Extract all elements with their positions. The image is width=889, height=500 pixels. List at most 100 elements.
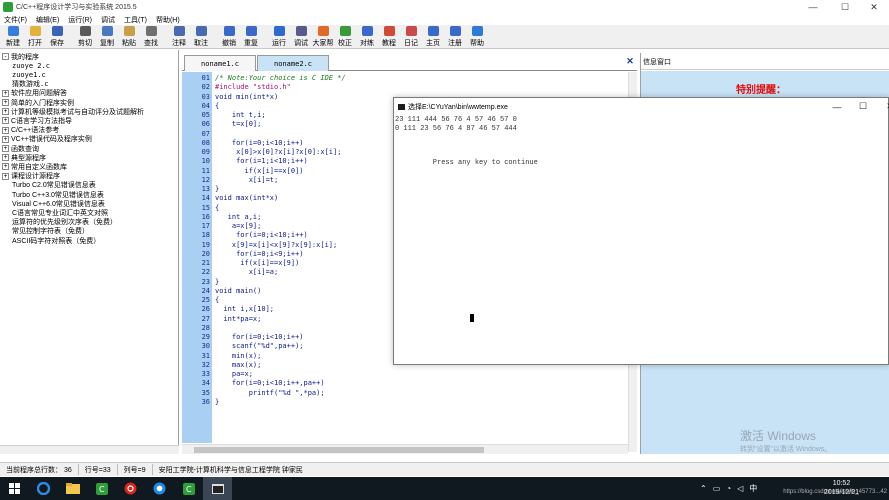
console-maximize-button[interactable]: ☐ <box>849 98 877 115</box>
tree-item[interactable]: + C/C++语法参考 <box>2 126 59 135</box>
minimize-button[interactable]: — <box>798 0 828 14</box>
tree-item[interactable]: zuoye1.c <box>12 70 46 79</box>
tree-item[interactable]: zuoye 2.c <box>12 61 50 70</box>
menu-edit[interactable]: 编辑(E) <box>36 15 59 25</box>
toolbar-icon-0 <box>7 26 19 36</box>
toolbar-button-2[interactable]: 保存 <box>46 25 68 48</box>
line-number: 14 <box>201 194 210 203</box>
toolbar-button-4[interactable]: 复制 <box>96 25 118 48</box>
chevron-up-icon[interactable]: ⌃ <box>700 484 707 493</box>
tab-noname1[interactable]: noname1.c <box>184 55 256 71</box>
console-minimize-button[interactable]: — <box>823 98 851 115</box>
expand-icon[interactable]: + <box>2 89 9 97</box>
qq-browser-icon[interactable] <box>145 477 174 500</box>
tree-item[interactable]: + 函数查询 <box>2 144 39 153</box>
toolbar-button-9[interactable]: 撤销 <box>218 25 240 48</box>
toolbar-button-20[interactable]: 帮助 <box>466 25 488 48</box>
taskbar: C C ⌃ ▭ ◔ ◁ 中 10:52 2019/12/21 https://b… <box>0 477 889 500</box>
collapse-icon[interactable]: - <box>2 53 9 60</box>
line-number: 15 <box>201 203 210 212</box>
netease-music-icon[interactable] <box>116 477 145 500</box>
toolbar-label: 注释 <box>172 40 186 47</box>
ime-icon[interactable]: 中 <box>749 483 757 494</box>
toolbar-button-14[interactable]: 校正 <box>334 25 356 48</box>
code-line: } <box>215 277 220 286</box>
menu-run[interactable]: 运行(R) <box>68 15 92 25</box>
menu-file[interactable]: 文件(F) <box>4 15 27 25</box>
toolbar-button-15[interactable]: 对练 <box>356 25 378 48</box>
battery-icon[interactable]: ▭ <box>713 484 721 493</box>
console-title: 选择E:\CYuYan\bin\wwtemp.exe <box>408 103 508 111</box>
toolbar-button-0[interactable]: 新建 <box>2 25 24 48</box>
toolbar-button-16[interactable]: 教程 <box>378 25 400 48</box>
tree-item[interactable]: ASCII码字符对照表（免费） <box>12 236 100 245</box>
toolbar-button-8[interactable]: 取注 <box>190 25 212 48</box>
menu-tools[interactable]: 工具(T) <box>124 15 147 25</box>
code-line: printf("%d ",*pa); <box>215 388 325 397</box>
tree-item[interactable]: + 课程设计源程序 <box>2 172 60 181</box>
start-icon[interactable] <box>0 477 29 500</box>
toolbar-label: 对练 <box>360 40 374 47</box>
network-icon[interactable]: ◔ <box>726 484 731 493</box>
toolbar-button-1[interactable]: 打开 <box>24 25 46 48</box>
expand-icon[interactable]: + <box>2 154 9 162</box>
toolbar-button-3[interactable]: 剪切 <box>74 25 96 48</box>
tree-item[interactable]: + 常用自定义函数库 <box>2 162 67 171</box>
expand-icon[interactable]: + <box>2 135 9 143</box>
menu-help[interactable]: 帮助(H) <box>156 15 180 25</box>
toolbar-button-11[interactable]: 运行 <box>268 25 290 48</box>
line-number: 21 <box>201 259 210 267</box>
expand-icon[interactable]: + <box>2 117 9 125</box>
close-button[interactable]: ✕ <box>859 0 889 14</box>
tree-item[interactable]: Visual C++6.0常见错误信息表 <box>12 199 105 208</box>
tree-item[interactable]: 猜数游戏.c <box>12 80 48 89</box>
tree-item[interactable]: Turbo C++3.0常见错误信息表 <box>12 190 104 199</box>
toolbar-icon-1 <box>29 26 41 36</box>
toolbar-label: 帮助 <box>470 40 484 47</box>
toolbar-button-10[interactable]: 重复 <box>240 25 262 48</box>
volume-icon[interactable]: ◁ <box>737 484 743 493</box>
toolbar-button-5[interactable]: 粘贴 <box>118 25 140 48</box>
tab-noname2[interactable]: noname2.c <box>257 55 329 71</box>
tree-horizontal-scrollbar[interactable] <box>0 445 179 454</box>
editor-horizontal-scrollbar[interactable] <box>182 444 628 454</box>
toolbar-button-17[interactable]: 日记 <box>400 25 422 48</box>
toolbar-button-7[interactable]: 注释 <box>168 25 190 48</box>
tree-item[interactable]: + 典型源程序 <box>2 153 46 162</box>
tree-item[interactable]: C语言常见专业词汇中英文对照 <box>12 208 108 217</box>
tree-item[interactable]: + VC++错误代码及程序实例 <box>2 135 92 144</box>
toolbar-button-13[interactable]: 大家帮 <box>312 25 334 48</box>
console-output: 23 111 444 56 76 4 57 46 57 00 111 23 56… <box>394 115 888 364</box>
ide-second-icon[interactable]: C <box>174 477 203 500</box>
expand-icon[interactable]: + <box>2 145 9 152</box>
tree-item[interactable]: + 简单的入门程序实例 <box>2 98 74 107</box>
line-number: 32 <box>201 360 210 369</box>
expand-icon[interactable]: + <box>2 163 9 171</box>
tree-item[interactable]: + 软件应用问题解答 <box>2 89 67 98</box>
console-window[interactable]: 选择E:\CYuYan\bin\wwtemp.exe — ☐ ✕ 23 111 … <box>393 97 889 365</box>
toolbar-button-18[interactable]: 主页 <box>422 25 444 48</box>
console-close-button[interactable]: ✕ <box>876 98 889 115</box>
console-taskbar-icon[interactable] <box>203 477 232 500</box>
expand-icon[interactable]: + <box>2 126 9 134</box>
toolbar-button-12[interactable]: 调试 <box>290 25 312 48</box>
edge-browser-icon[interactable] <box>29 477 58 500</box>
close-tab-icon[interactable]: ✕ <box>625 56 635 66</box>
menu-debug[interactable]: 调试 <box>101 15 115 25</box>
expand-icon[interactable]: + <box>2 99 9 106</box>
tree-item[interactable]: + C语言学习方法指导 <box>2 116 72 125</box>
expand-icon[interactable]: + <box>2 108 9 116</box>
toolbar-button-6[interactable]: 查找 <box>140 25 162 48</box>
expand-icon[interactable]: + <box>2 172 9 180</box>
tree-item[interactable]: - 我的程序 <box>2 52 39 61</box>
tree-item[interactable]: 运算符的优先级别次序表（免费） <box>12 218 117 227</box>
file-explorer-icon[interactable] <box>58 477 87 500</box>
editor-scroll-thumb[interactable] <box>194 447 484 453</box>
tree-item[interactable]: 常见控制字符表（免费） <box>12 227 89 236</box>
maximize-button[interactable]: ☐ <box>830 0 860 14</box>
ide-taskbar-icon[interactable]: C <box>87 477 116 500</box>
tree-item[interactable]: + 计算机等级模拟考试与自动评分及试题解析 <box>2 107 144 116</box>
toolbar-button-19[interactable]: 注册 <box>444 25 466 48</box>
tree-item[interactable]: Turbo C2.0常见错误信息表 <box>12 181 96 190</box>
console-title-bar[interactable]: 选择E:\CYuYan\bin\wwtemp.exe <box>394 98 888 115</box>
